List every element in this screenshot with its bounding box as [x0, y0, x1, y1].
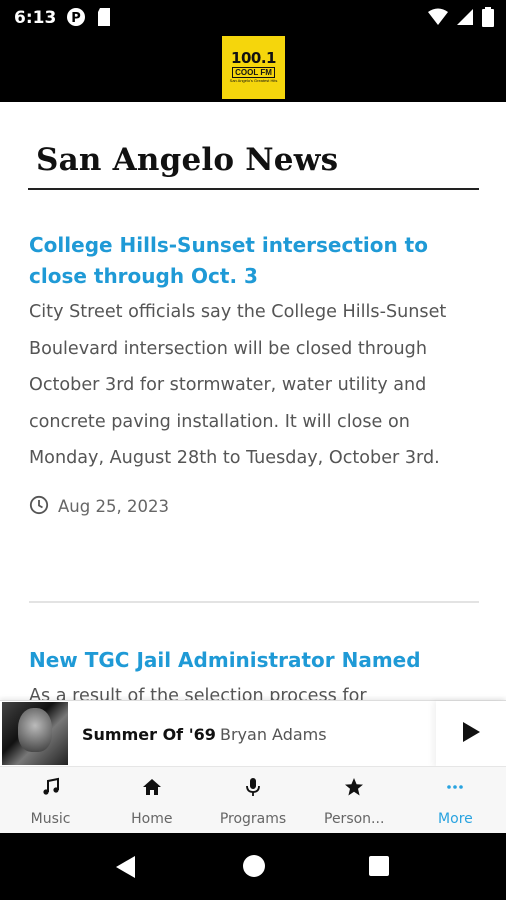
- svg-text:P: P: [71, 11, 81, 26]
- article-body: As a result of the selection process for: [29, 686, 367, 700]
- home-nav-icon[interactable]: [243, 855, 265, 877]
- microphone-icon: [243, 777, 263, 802]
- status-bar: 6:13 P: [0, 0, 506, 36]
- article-body: City Street officials say the College Hi…: [29, 302, 447, 468]
- bottom-tab-bar: Music Home Programs Person... More: [0, 766, 506, 833]
- app-header: 100.1 COOL FM San Angelo's Greatest Hits: [0, 36, 506, 102]
- track-title: Summer Of '69: [82, 725, 216, 744]
- page-title: San Angelo News: [36, 142, 339, 178]
- recents-icon[interactable]: [369, 856, 389, 876]
- article-date: Aug 25, 2023: [29, 495, 477, 519]
- article-date-text: Aug 25, 2023: [58, 497, 169, 516]
- battery-icon: [482, 7, 494, 32]
- station-logo[interactable]: 100.1 COOL FM San Angelo's Greatest Hits: [222, 36, 285, 99]
- signal-icon: [456, 8, 474, 31]
- sd-card-icon: [96, 7, 112, 32]
- tab-label: Music: [30, 811, 71, 827]
- news-article[interactable]: New TGC Jail Administrator Named As a re…: [29, 645, 477, 700]
- title-underline: [28, 188, 479, 190]
- tab-label: More: [438, 811, 473, 827]
- logo-name: COOL FM: [232, 67, 275, 78]
- tab-home[interactable]: Home: [101, 767, 202, 833]
- logo-number: 100.1: [231, 49, 276, 67]
- tab-more[interactable]: More: [405, 767, 506, 833]
- tab-label: Person...: [324, 811, 385, 827]
- tab-programs[interactable]: Programs: [202, 767, 303, 833]
- tab-personalities[interactable]: Person...: [304, 767, 405, 833]
- wifi-icon: [428, 8, 448, 31]
- news-article[interactable]: College Hills-Sunset intersection to clo…: [29, 230, 477, 519]
- article-title[interactable]: College Hills-Sunset intersection to clo…: [29, 230, 477, 292]
- tab-label: Programs: [219, 811, 287, 827]
- now-playing-bar[interactable]: Summer Of '69 Bryan Adams: [0, 700, 506, 767]
- news-content[interactable]: San Angelo News College Hills-Sunset int…: [0, 102, 506, 700]
- clock-icon: [29, 495, 49, 519]
- more-dots-icon: [445, 777, 465, 802]
- star-icon: [344, 777, 364, 802]
- system-nav-bar: [0, 833, 506, 900]
- logo-tagline: San Angelo's Greatest Hits: [229, 78, 278, 83]
- play-button[interactable]: [436, 701, 506, 767]
- back-icon[interactable]: [114, 855, 136, 884]
- status-time: 6:13: [14, 8, 57, 28]
- play-icon: [461, 721, 481, 748]
- home-icon: [142, 777, 162, 802]
- album-art[interactable]: [2, 702, 68, 765]
- tab-music[interactable]: Music: [0, 767, 101, 833]
- track-artist: Bryan Adams: [220, 725, 327, 744]
- article-divider: [29, 601, 479, 603]
- tab-label: Home: [131, 811, 173, 827]
- article-title[interactable]: New TGC Jail Administrator Named: [29, 645, 477, 676]
- pocket-casts-icon: P: [66, 7, 86, 32]
- music-note-icon: [41, 777, 61, 802]
